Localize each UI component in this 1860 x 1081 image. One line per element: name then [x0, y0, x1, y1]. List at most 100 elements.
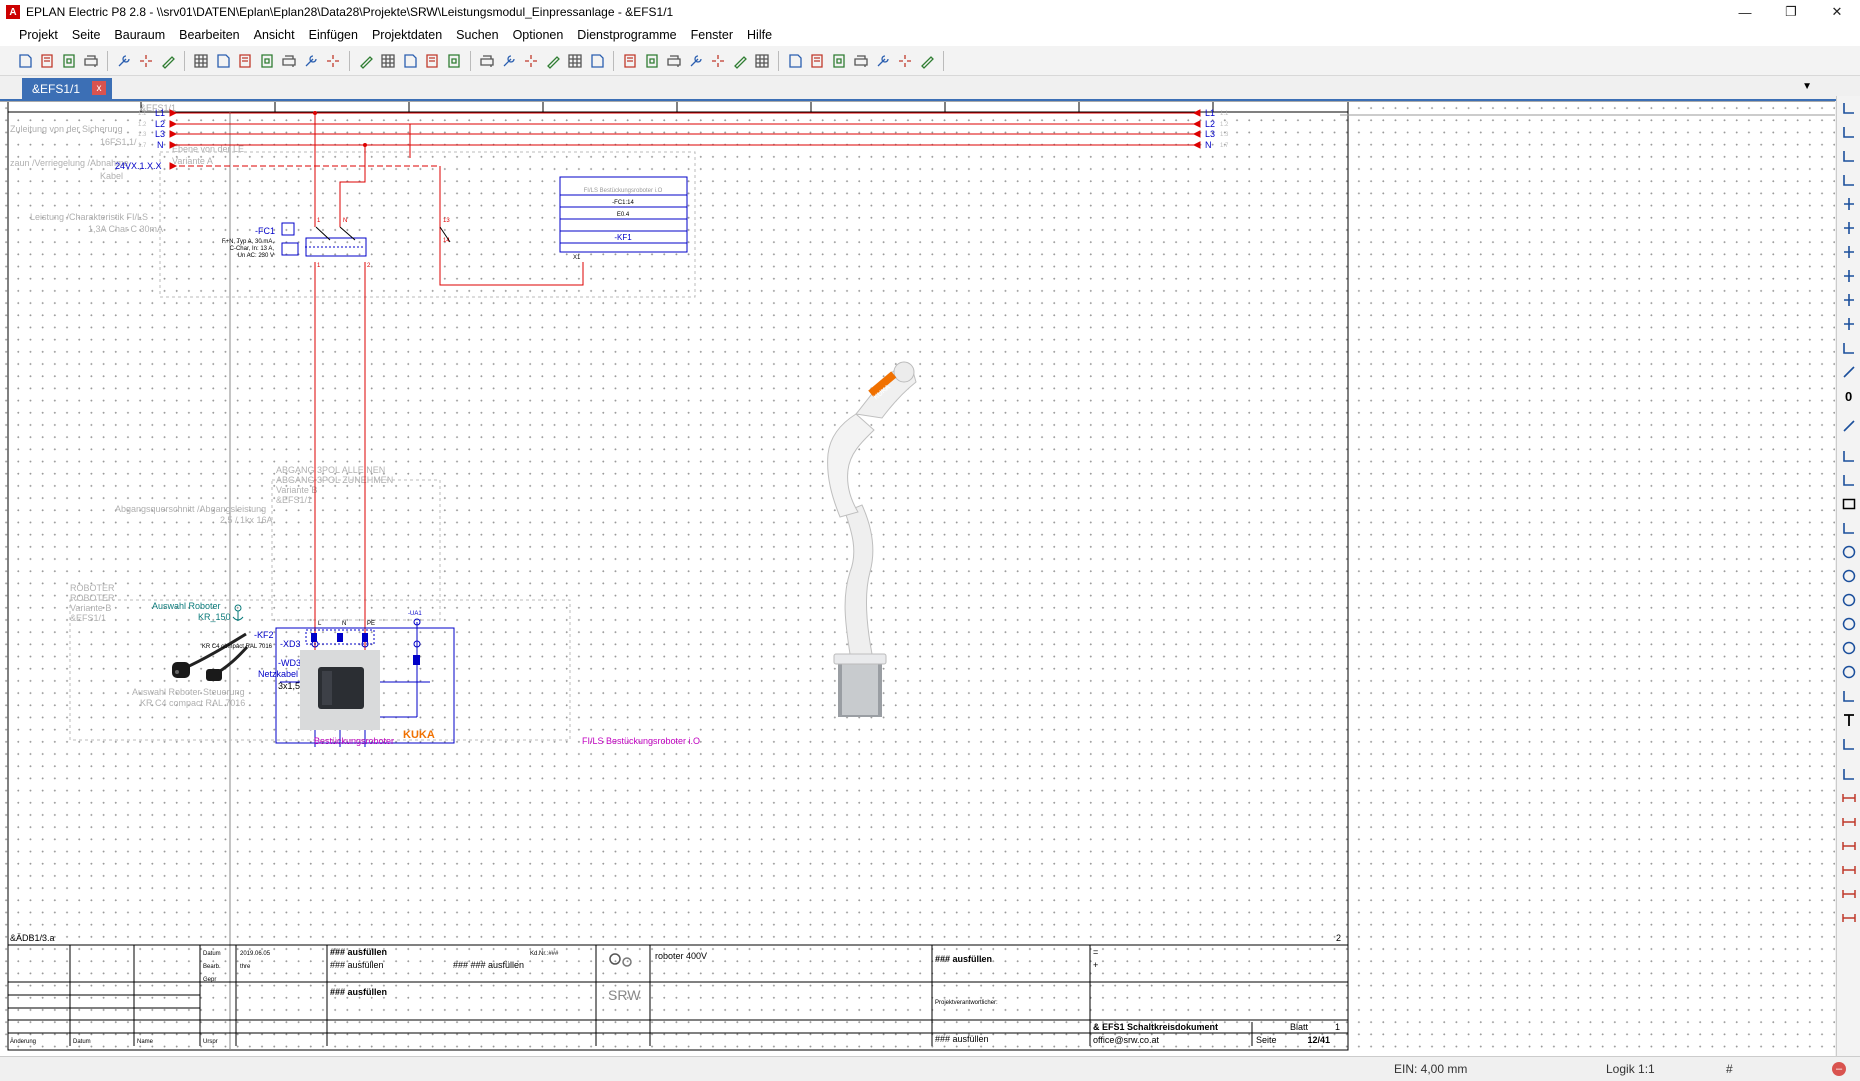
dimension-linear-icon[interactable] — [1837, 786, 1860, 810]
schematic-svg[interactable]: &EFS1/1 Zuleitung von der Sicherung 16FS… — [0, 102, 1835, 1057]
device-c-icon[interactable] — [708, 51, 728, 71]
page-right-icon[interactable] — [444, 51, 464, 71]
dimension-incremental-icon[interactable] — [1837, 834, 1860, 858]
jump-icon[interactable] — [400, 51, 420, 71]
picture-icon[interactable] — [1837, 732, 1860, 756]
menu-suchen[interactable]: Suchen — [449, 28, 505, 42]
print-icon[interactable] — [81, 51, 101, 71]
kf2-pin-n — [337, 633, 343, 642]
device-i-icon[interactable] — [851, 51, 871, 71]
grid-b-icon[interactable] — [213, 51, 233, 71]
cross-node-icon[interactable] — [1837, 288, 1860, 312]
tab-close-button[interactable]: x — [92, 81, 106, 95]
zero-icon[interactable]: 0 — [1837, 384, 1860, 408]
t-node-left-icon[interactable] — [1837, 264, 1860, 288]
dimension-angle-icon[interactable] — [1837, 882, 1860, 906]
numbering-12-icon[interactable] — [499, 51, 519, 71]
restore-button[interactable]: ❐ — [1768, 0, 1814, 24]
circle-icon[interactable] — [1837, 540, 1860, 564]
arc-3p-icon[interactable] — [1837, 612, 1860, 636]
menu-dienstprogramme[interactable]: Dienstprogramme — [570, 28, 683, 42]
sort-icon[interactable] — [521, 51, 541, 71]
macro-c-icon[interactable] — [620, 51, 640, 71]
rectangle-icon[interactable] — [1837, 492, 1860, 516]
diagonal-icon[interactable] — [1837, 360, 1860, 384]
error-icon[interactable]: – — [1832, 1062, 1846, 1076]
close-button[interactable]: ✕ — [1814, 0, 1860, 24]
cross-ref-icon[interactable] — [917, 51, 937, 71]
menu-hilfe[interactable]: Hilfe — [740, 28, 779, 42]
arc-icon[interactable] — [1837, 588, 1860, 612]
macro-b-icon[interactable] — [587, 51, 607, 71]
device-e-icon[interactable] — [752, 51, 772, 71]
menu-optionen[interactable]: Optionen — [506, 28, 571, 42]
terminal-strip-icon[interactable] — [543, 51, 563, 71]
minimize-button[interactable]: — — [1722, 0, 1768, 24]
menu-bearbeiten[interactable]: Bearbeiten — [172, 28, 246, 42]
grid-f-icon[interactable] — [301, 51, 321, 71]
angle-down-right-icon[interactable] — [1837, 96, 1860, 120]
eplan-app-icon[interactable]: A — [6, 5, 20, 19]
menu-projekt[interactable]: Projekt — [12, 28, 65, 42]
text-icon[interactable] — [1837, 708, 1860, 732]
drawing-canvas[interactable]: &EFS1/1 Zuleitung von der Sicherung 16FS… — [0, 101, 1835, 1057]
menu-projektdaten[interactable]: Projektdaten — [365, 28, 449, 42]
sector-icon[interactable] — [1837, 636, 1860, 660]
cursor-icon[interactable] — [895, 51, 915, 71]
device-g-icon[interactable] — [807, 51, 827, 71]
dimension-aligned-icon[interactable] — [1837, 810, 1860, 834]
edit-icon[interactable] — [158, 51, 178, 71]
angle-down-left-icon[interactable] — [1837, 120, 1860, 144]
page-left-icon[interactable] — [422, 51, 442, 71]
tb-seite: 12/41 — [1307, 1035, 1330, 1045]
t-node-up-icon[interactable] — [1837, 216, 1860, 240]
device-f-icon[interactable] — [785, 51, 805, 71]
menu-fenster[interactable]: Fenster — [684, 28, 740, 42]
joint-l1 — [313, 111, 317, 115]
connection-symbol-icon[interactable] — [378, 51, 398, 71]
menu-einfuegen[interactable]: Einfügen — [302, 28, 365, 42]
wrench-icon[interactable] — [114, 51, 134, 71]
snap-icon[interactable] — [356, 51, 376, 71]
menu-bauraum[interactable]: Bauraum — [107, 28, 172, 42]
t-node-right-icon[interactable] — [1837, 240, 1860, 264]
menu-seite[interactable]: Seite — [65, 28, 108, 42]
input-grid-icon[interactable] — [323, 51, 343, 71]
circle-3p-icon[interactable] — [1837, 564, 1860, 588]
new-icon[interactable] — [15, 51, 35, 71]
menu-ansicht[interactable]: Ansicht — [247, 28, 302, 42]
hyperlink-icon[interactable] — [1837, 762, 1860, 786]
break-point-icon[interactable] — [1837, 336, 1860, 360]
t-node-down-icon[interactable] — [1837, 192, 1860, 216]
device-h-icon[interactable] — [829, 51, 849, 71]
device-d-icon[interactable] — [730, 51, 750, 71]
macro-a-icon[interactable] — [565, 51, 585, 71]
dimension-radius-icon[interactable] — [1837, 906, 1860, 930]
device-a-icon[interactable] — [664, 51, 684, 71]
macro-d-icon[interactable] — [642, 51, 662, 71]
tab-dropdown-icon[interactable]: ▼ — [1802, 81, 1812, 92]
polygon-icon[interactable] — [1837, 468, 1860, 492]
polyline-icon[interactable] — [1837, 444, 1860, 468]
numbering-123-icon[interactable] — [477, 51, 497, 71]
page-properties-icon[interactable] — [59, 51, 79, 71]
grid-a-icon[interactable] — [191, 51, 211, 71]
settings-icon[interactable] — [136, 51, 156, 71]
note-krc4: KR C4 compact RAL 7016 — [140, 698, 245, 708]
line-icon[interactable] — [1837, 414, 1860, 438]
grid-d-icon[interactable] — [257, 51, 277, 71]
cross-node-b-icon[interactable] — [1837, 312, 1860, 336]
label-bearb: Bearb. — [203, 964, 221, 970]
grid-c-icon[interactable] — [235, 51, 255, 71]
spline-icon[interactable] — [1837, 684, 1860, 708]
device-b-icon[interactable] — [686, 51, 706, 71]
fc1-breaker[interactable] — [281, 222, 451, 257]
angle-up-right-icon[interactable] — [1837, 144, 1860, 168]
potential-icon[interactable] — [873, 51, 893, 71]
dimension-chain-icon[interactable] — [1837, 858, 1860, 882]
grid-e-icon[interactable] — [279, 51, 299, 71]
ellipse-icon[interactable] — [1837, 660, 1860, 684]
angle-up-left-icon[interactable] — [1837, 168, 1860, 192]
image-frame-icon[interactable] — [1837, 516, 1860, 540]
new-page-icon[interactable] — [37, 51, 57, 71]
